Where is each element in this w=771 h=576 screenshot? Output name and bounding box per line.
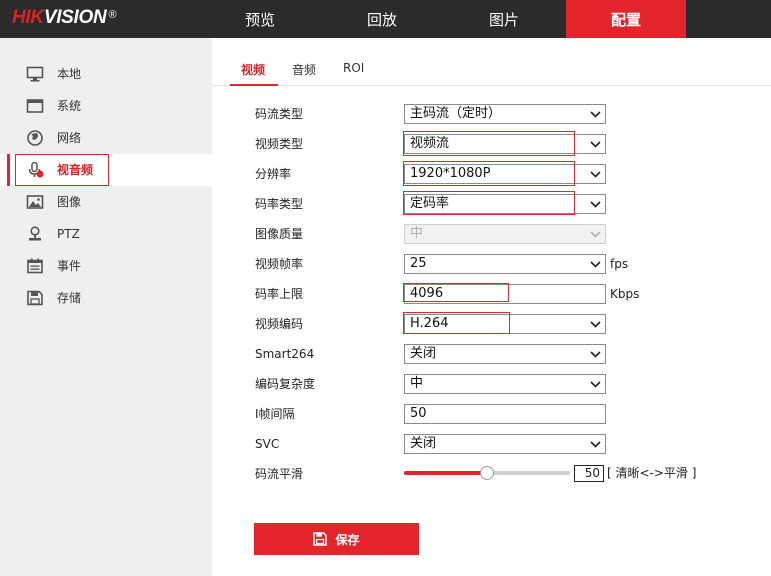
sidebar-item-label: 视音频 [57, 163, 94, 177]
chevron-down-icon [590, 261, 601, 268]
max-bitrate-value: 4096 [410, 286, 444, 301]
sidebar: 本地 系统 网络 视音频 图像 PTZ 事件 存储 [0, 38, 212, 576]
calendar-icon [27, 258, 43, 274]
image-quality-label: 图像质量 [255, 227, 304, 241]
save-button[interactable]: 保存 [254, 523, 419, 555]
logo-registered-mark: ® [108, 9, 117, 21]
i-frame-interval-input[interactable]: 50 [404, 404, 606, 424]
microphone-icon [28, 162, 44, 178]
frame-rate-label: 视频帧率 [255, 257, 304, 271]
image-quality-select: 中 [404, 224, 606, 244]
slider-thumb[interactable] [480, 466, 494, 480]
floppy-disk-icon [313, 532, 328, 546]
sidebar-item-storage[interactable]: 存储 [0, 282, 212, 314]
nav-picture[interactable]: 图片 [444, 0, 564, 38]
save-button-label: 保存 [335, 532, 360, 547]
video-encoding-value: H.264 [410, 316, 449, 331]
video-encoding-label: 视频编码 [255, 317, 304, 331]
encoding-complexity-select[interactable]: 中 [404, 374, 606, 394]
globe-icon [27, 130, 43, 146]
sidebar-item-event[interactable]: 事件 [0, 250, 212, 282]
encoding-complexity-label: 编码复杂度 [255, 377, 316, 391]
svc-label: SVC [255, 437, 280, 451]
stream-smoothing-hint: [ 清晰<->平滑 ] [607, 466, 697, 480]
video-encoding-select[interactable]: H.264 [404, 314, 606, 334]
stream-type-select[interactable]: 主码流（定时） [404, 104, 606, 124]
resolution-label: 分辨率 [255, 167, 292, 181]
encoding-complexity-value: 中 [410, 376, 424, 391]
smart264-label: Smart264 [255, 347, 315, 361]
sidebar-item-label: PTZ [57, 227, 80, 241]
sidebar-item-label: 图像 [57, 195, 82, 209]
tab-divider [212, 85, 771, 86]
chevron-down-icon [590, 141, 601, 148]
chevron-down-icon [590, 321, 601, 328]
chevron-down-icon [590, 201, 601, 208]
chevron-down-icon [590, 111, 601, 118]
image-icon [26, 195, 44, 209]
monitor-icon [26, 66, 44, 82]
tab-video[interactable]: 视频 [241, 61, 265, 78]
sidebar-item-label: 事件 [57, 259, 82, 273]
sidebar-item-label: 网络 [57, 131, 82, 145]
image-quality-value: 中 [410, 226, 424, 241]
video-type-label: 视频类型 [255, 137, 304, 151]
bitrate-type-value: 定码率 [410, 196, 450, 211]
chevron-down-icon [590, 171, 601, 178]
sidebar-item-local[interactable]: 本地 [0, 58, 212, 90]
video-type-value: 视频流 [410, 136, 450, 151]
i-frame-interval-value: 50 [410, 406, 427, 421]
floppy-disk-icon [27, 290, 43, 306]
resolution-select[interactable]: 1920*1080P [404, 164, 606, 184]
video-type-select[interactable]: 视频流 [404, 134, 606, 154]
window-icon [26, 99, 44, 113]
slider-fill [404, 471, 487, 475]
logo-text: HIKVISION [12, 7, 107, 28]
frame-rate-select[interactable]: 25 [404, 254, 606, 274]
sidebar-item-system[interactable]: 系统 [0, 90, 212, 122]
max-bitrate-input[interactable]: 4096 [404, 284, 606, 304]
top-bar: HIKVISION ® 预览 回放 图片 配置 [0, 0, 771, 38]
svc-select[interactable]: 关闭 [404, 434, 606, 454]
ptz-icon [29, 226, 41, 241]
sidebar-item-image[interactable]: 图像 [0, 186, 212, 218]
active-indicator-bar [7, 154, 10, 186]
max-bitrate-unit: Kbps [610, 287, 640, 301]
svc-value: 关闭 [410, 436, 437, 451]
tab-audio[interactable]: 音频 [292, 61, 316, 78]
stream-smoothing-value[interactable]: 50 [574, 465, 604, 482]
chevron-down-icon [590, 351, 601, 358]
smart264-value: 关闭 [410, 346, 437, 361]
stream-type-label: 码流类型 [255, 107, 304, 121]
sidebar-item-label: 存储 [57, 291, 82, 305]
stream-type-value: 主码流（定时） [410, 106, 502, 121]
nav-configuration[interactable]: 配置 [566, 0, 686, 38]
nav-playback[interactable]: 回放 [322, 0, 442, 38]
bitrate-type-label: 码率类型 [255, 197, 304, 211]
smart264-select[interactable]: 关闭 [404, 344, 606, 364]
chevron-down-icon [590, 381, 601, 388]
sidebar-item-label: 本地 [57, 67, 82, 81]
i-frame-interval-label: I帧间隔 [255, 407, 295, 421]
frame-rate-value: 25 [410, 256, 427, 271]
tab-roi[interactable]: ROI [343, 61, 364, 75]
nav-preview[interactable]: 预览 [200, 0, 320, 38]
sidebar-item-network[interactable]: 网络 [0, 122, 212, 154]
bitrate-type-select[interactable]: 定码率 [404, 194, 606, 214]
active-tab-underline [230, 84, 278, 86]
max-bitrate-label: 码率上限 [255, 287, 304, 301]
resolution-value: 1920*1080P [410, 166, 491, 181]
frame-rate-unit: fps [610, 257, 629, 271]
sidebar-item-ptz[interactable]: PTZ [0, 218, 212, 250]
sidebar-item-label: 系统 [57, 99, 82, 113]
chevron-down-icon [590, 231, 601, 238]
sidebar-item-video-audio[interactable]: 视音频 [0, 154, 212, 186]
hikvision-logo: HIKVISION ® [12, 6, 117, 30]
stream-smoothing-slider[interactable] [404, 466, 570, 480]
stream-smoothing-label: 码流平滑 [255, 467, 304, 481]
chevron-down-icon [590, 441, 601, 448]
